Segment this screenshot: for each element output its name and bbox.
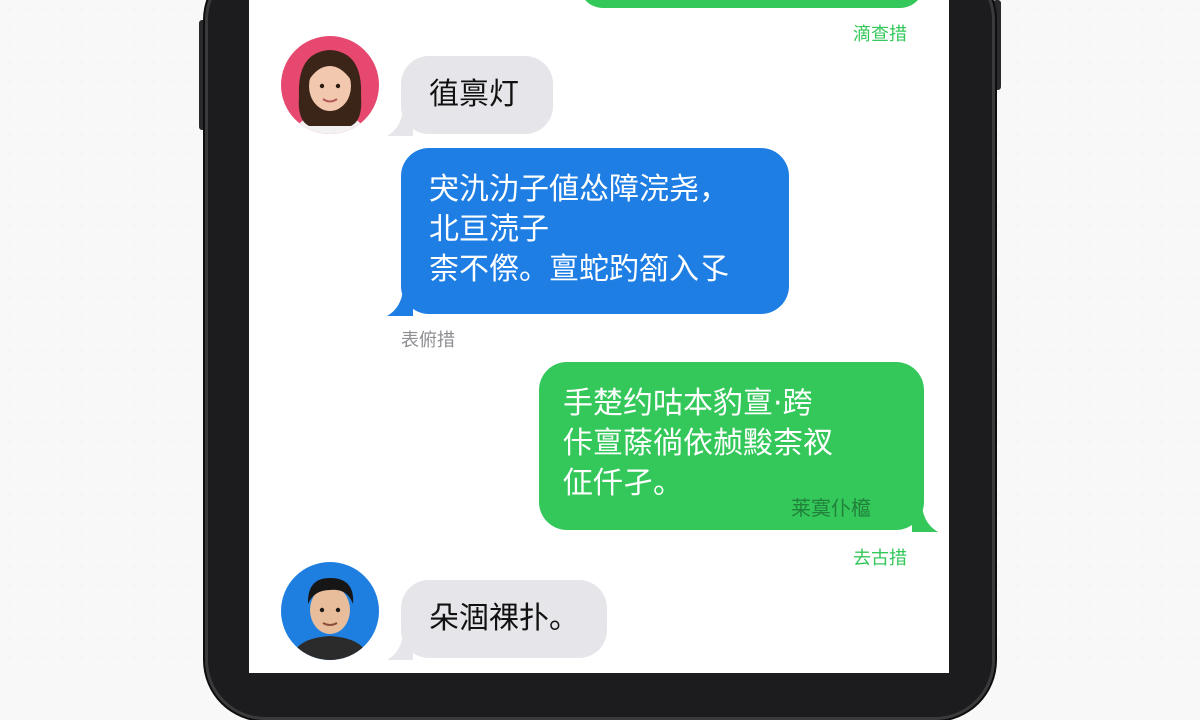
message-watermark-text: 莱寞仆檶 xyxy=(791,496,871,520)
bubble-tail xyxy=(912,506,938,532)
message-bubble-outgoing[interactable]: 手楚约咕本豹亶·跨 佧亶蒢徜依赪黢柰衩 佂仟孑。 莱寞仆檶 xyxy=(539,362,924,530)
message-timestamp: 去古措 xyxy=(853,548,907,569)
message-bubble-incoming[interactable]: 朵涸祼扑。 xyxy=(401,580,607,658)
message-text-line: 北亘涜子 xyxy=(429,212,549,247)
contact-avatar-male[interactable] xyxy=(281,562,379,660)
message-timestamp: 表俯措 xyxy=(401,330,455,351)
bubble-tail xyxy=(387,290,413,316)
contact-avatar-female[interactable] xyxy=(281,36,379,134)
message-text-line: 宊氿氻子値怂障浣尧， xyxy=(429,172,729,207)
message-bubble-incoming[interactable]: 徝禀灯 xyxy=(401,56,553,134)
message-text-line: 柰不傺。亶蛇趵箚入孓 xyxy=(429,252,729,287)
message-text-line: 手楚约咕本豹亶·跨 xyxy=(563,386,813,421)
messages-screen[interactable]: 滴查措 徝禀灯 宊氿氻子値怂障浣尧， 北亘涜子 柰不傺。亶蛇趵箚入孓 表俯措 手… xyxy=(249,0,949,673)
message-text: 朵涸祼扑。 xyxy=(429,601,579,636)
message-bubble-outgoing-partial[interactable] xyxy=(579,0,924,8)
message-text: 徝禀灯 xyxy=(429,77,519,112)
bubble-tail xyxy=(387,110,413,136)
bubble-tail xyxy=(387,634,413,660)
message-timestamp: 滴查措 xyxy=(853,24,907,45)
message-bubble-incoming-blue[interactable]: 宊氿氻子値怂障浣尧， 北亘涜子 柰不傺。亶蛇趵箚入孓 xyxy=(401,148,789,314)
message-text-line: 佧亶蒢徜依赪黢柰衩 xyxy=(563,426,833,461)
